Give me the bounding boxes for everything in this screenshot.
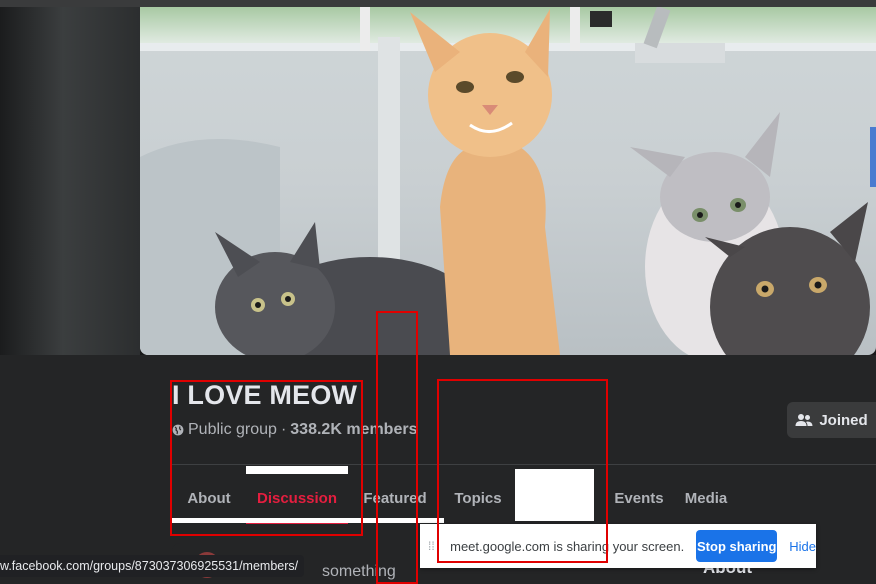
joined-label: Joined — [819, 411, 868, 429]
annotation-box-title-tabs — [170, 380, 363, 536]
tab-events[interactable]: Events — [608, 472, 670, 524]
cover-photo-image — [140, 7, 876, 355]
tab-media[interactable]: Media — [677, 472, 735, 524]
hide-button[interactable]: Hide — [789, 539, 816, 554]
top-bar — [0, 0, 876, 7]
facebook-group-page: I LOVE MEOW Public group · 338.2K member… — [0, 0, 876, 584]
status-bar-url: w.facebook.com/groups/873037306925531/me… — [0, 555, 305, 577]
left-background — [0, 7, 140, 377]
joined-button[interactable]: Joined — [787, 402, 876, 438]
annotation-box-vertical — [376, 311, 418, 584]
cover-photo[interactable] — [140, 7, 876, 355]
drag-handle-icon[interactable]: ⁞⁞ — [428, 539, 436, 553]
annotation-box-empty — [437, 379, 608, 563]
stop-sharing-button[interactable]: Stop sharing — [696, 530, 778, 562]
people-icon — [795, 414, 813, 426]
